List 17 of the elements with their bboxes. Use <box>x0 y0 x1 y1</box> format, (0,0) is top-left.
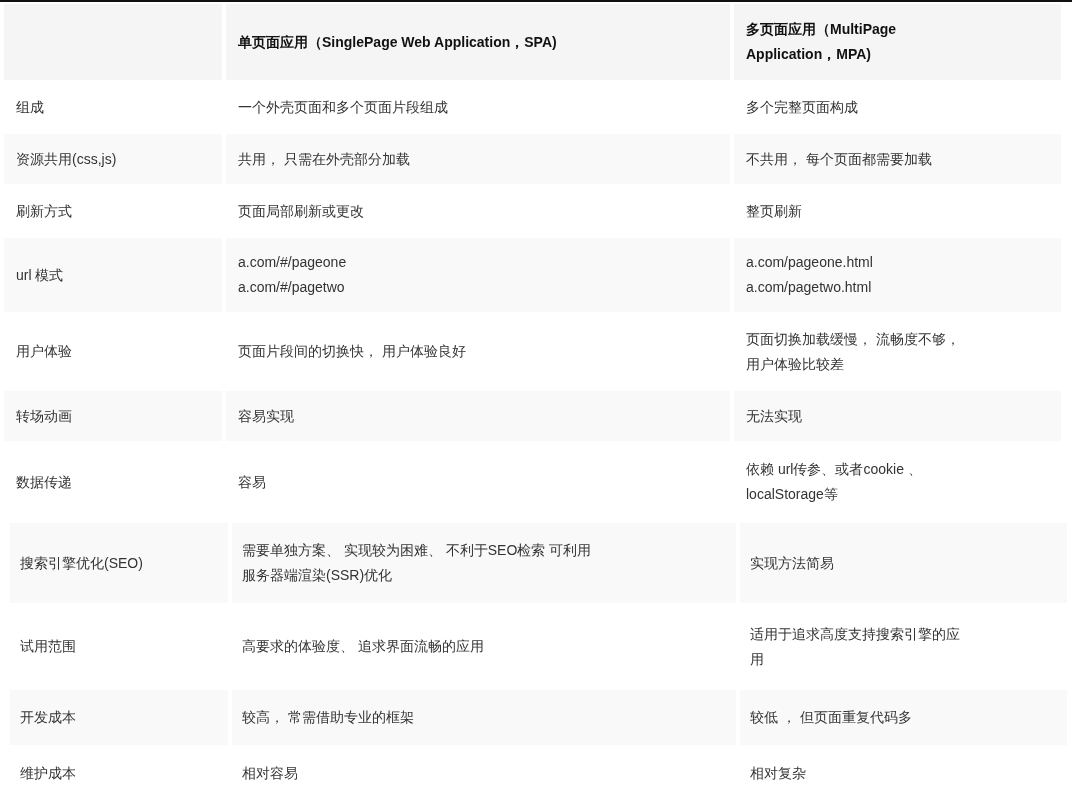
table-cell: 需要单独方案、 实现较为困难、 不利于SEO检索 可利用服务器端渲染(SSR)优化 <box>232 523 736 603</box>
column-header: 单页面应用（SinglePage Web Application，SPA) <box>226 4 730 80</box>
table-cell: 实现方法简易 <box>740 523 1067 603</box>
table-cell: a.com/pageone.html a.com/pagetwo.html <box>734 238 1061 312</box>
column-header: 多页面应用（MultiPage Application，MPA) <box>734 4 1061 80</box>
table-cell: 转场动画 <box>4 391 222 441</box>
table-cell: 较高， 常需借助专业的框架 <box>232 690 736 745</box>
table-cell: 共用， 只需在外壳部分加载 <box>226 134 730 184</box>
table-cell: 容易实现 <box>226 391 730 441</box>
table-cell: 无法实现 <box>734 391 1061 441</box>
table-cell: url 模式 <box>4 238 222 312</box>
table-cell: 搜索引擎优化(SEO) <box>10 523 228 603</box>
table-cell: 不共用， 每个页面都需要加载 <box>734 134 1061 184</box>
table-cell: a.com/#/pageone a.com/#/pagetwo <box>226 238 730 312</box>
table-cell: 较低 ， 但页面重复代码多 <box>740 690 1067 745</box>
table-cell: 开发成本 <box>10 690 228 745</box>
table-cell: 资源共用(css,js) <box>4 134 222 184</box>
